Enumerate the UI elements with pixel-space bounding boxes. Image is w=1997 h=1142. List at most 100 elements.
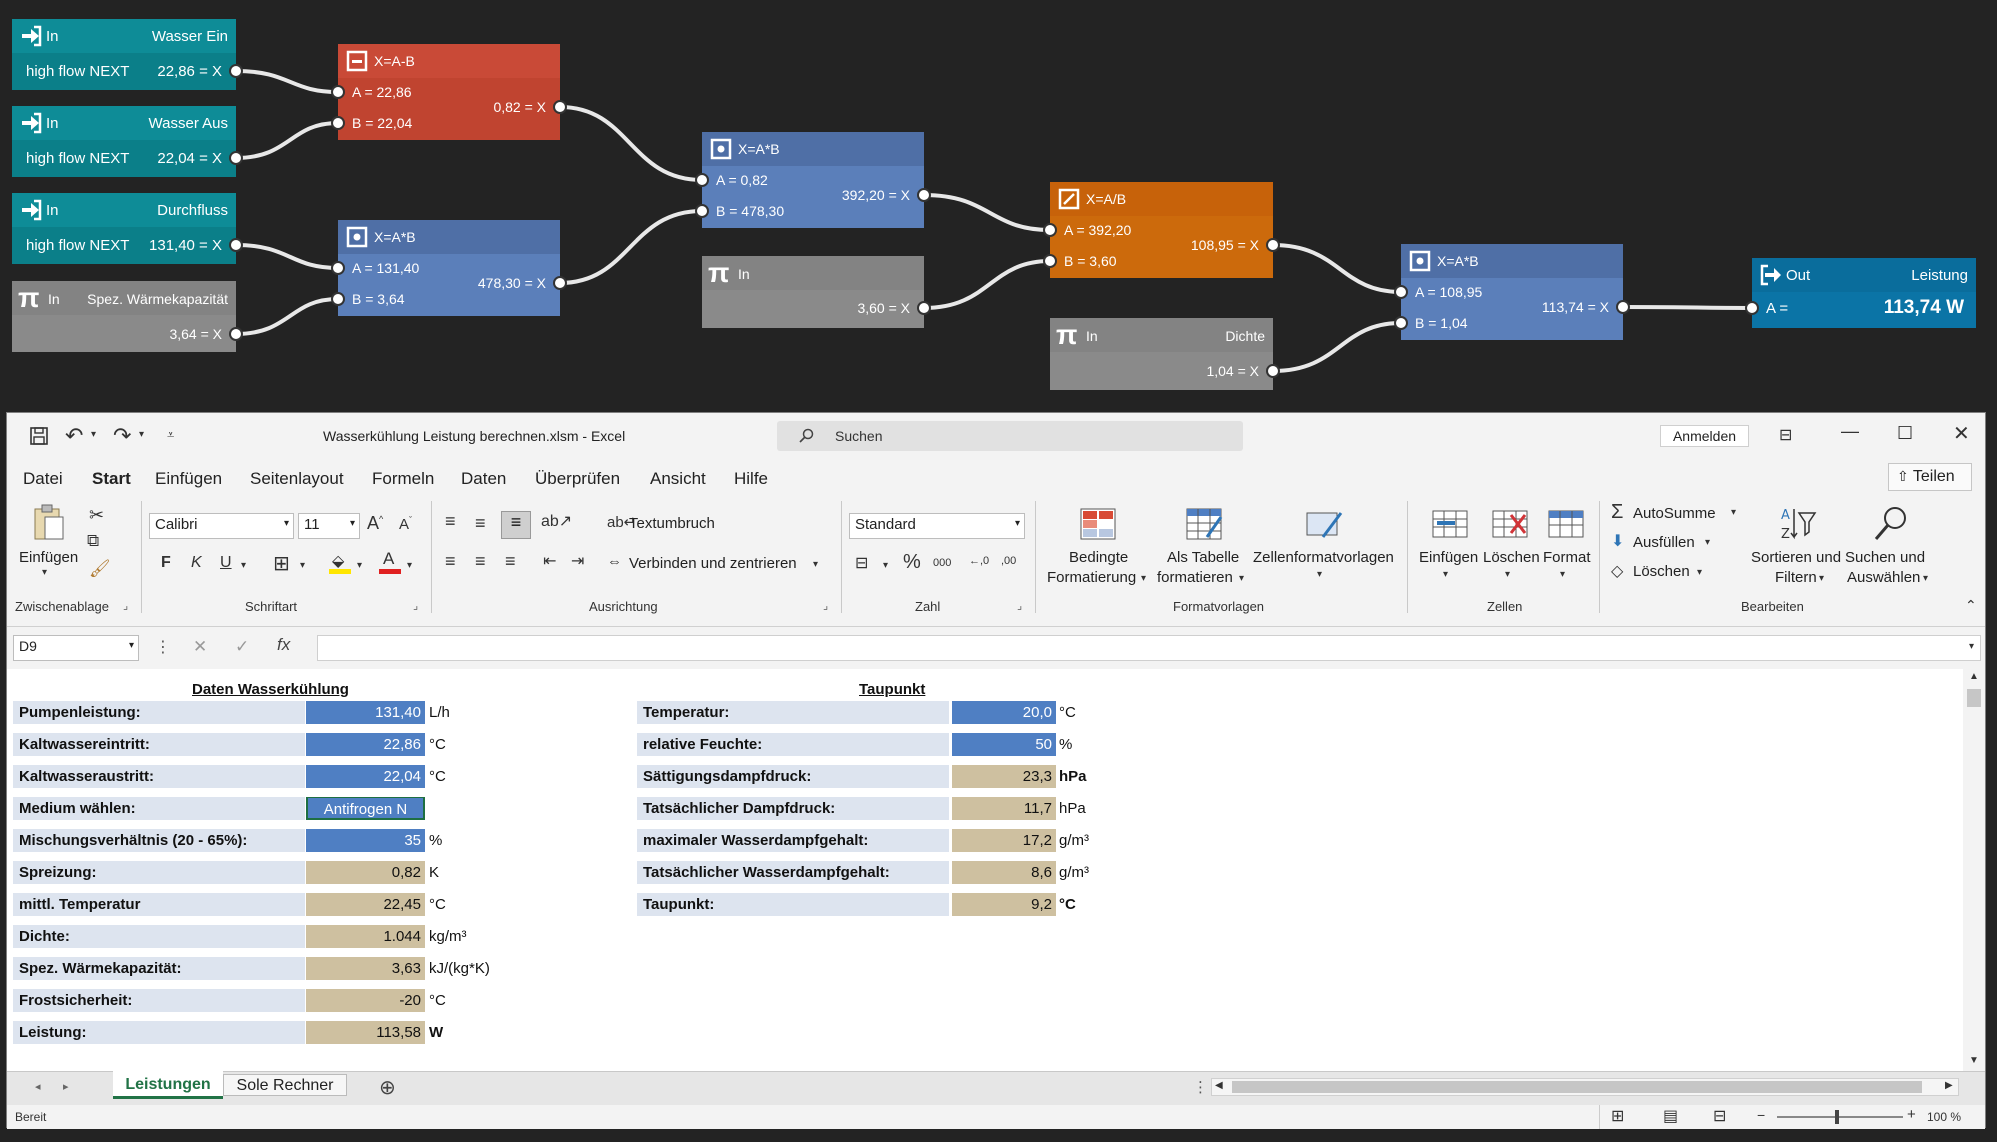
chevron-down-icon[interactable]: ▾ (357, 560, 362, 571)
output-port[interactable] (229, 64, 243, 78)
clear-button[interactable]: Löschen (1633, 563, 1690, 580)
input-port-b[interactable] (331, 116, 345, 130)
orientation-icon[interactable]: ab↗ (541, 511, 572, 531)
worksheet[interactable]: Daten Wasserkühlung Taupunkt Pumpenleist… (7, 669, 1963, 1071)
add-sheet-icon[interactable]: ⊕ (379, 1075, 396, 1100)
italic-icon[interactable]: K (191, 554, 202, 572)
shrink-font-icon[interactable]: Aˇ (399, 515, 412, 533)
eraser-icon[interactable]: ◇ (1611, 561, 1623, 581)
page-break-view-icon[interactable]: ⊟ (1713, 1106, 1726, 1126)
node-editor-canvas[interactable]: In Wasser Ein high flow NEXT 22,86 = X I… (0, 0, 1997, 405)
font-size-dropdown[interactable]: 11 ▾ (298, 513, 360, 539)
cancel-entry-icon[interactable]: ✕ (193, 637, 207, 657)
output-port[interactable] (917, 301, 931, 315)
borders-icon[interactable]: ⊞ (273, 551, 290, 576)
chevron-down-icon[interactable]: ▾ (1705, 537, 1710, 548)
chevron-down-icon[interactable]: ▾ (1317, 569, 1322, 580)
delete-cells-label[interactable]: Löschen (1483, 549, 1540, 566)
share-button[interactable]: ⇧ Teilen (1888, 463, 1972, 491)
output-port[interactable] (553, 276, 567, 290)
chevron-down-icon[interactable]: ▾ (1239, 573, 1244, 584)
zoom-slider-thumb[interactable] (1835, 1110, 1839, 1124)
left_table-select-cell[interactable]: Antifrogen N (306, 797, 425, 820)
find-select-icon[interactable] (1873, 505, 1909, 543)
paste-label[interactable]: Einfügen (19, 549, 78, 566)
output-port[interactable] (1266, 238, 1280, 252)
input-node-wasser-ein[interactable]: In Wasser Ein high flow NEXT 22,86 = X (12, 19, 243, 90)
dialog-launcher-icon[interactable]: ⌟ (123, 599, 128, 612)
format-as-table-icon[interactable] (1185, 507, 1223, 541)
page-layout-view-icon[interactable]: ▤ (1663, 1106, 1678, 1126)
constant-node-dichte[interactable]: π In Dichte 1,04 = X (1050, 318, 1280, 390)
align-bottom-icon[interactable]: ≡ (501, 511, 531, 539)
output-port[interactable] (229, 151, 243, 165)
redo-icon[interactable]: ↷ (113, 423, 131, 449)
delete-cells-icon[interactable] (1491, 507, 1529, 541)
input-node-wasser-aus[interactable]: In Wasser Aus high flow NEXT 22,04 = X (12, 106, 243, 177)
tab-start[interactable]: Start (92, 469, 131, 489)
bold-icon[interactable]: F (161, 554, 171, 572)
dialog-launcher-icon[interactable]: ⌟ (823, 599, 828, 612)
conditional-formatting-icon[interactable] (1079, 507, 1117, 541)
chevron-down-icon[interactable]: ▾ (1731, 507, 1736, 518)
decrease-decimal-icon[interactable]: ,00 (1001, 555, 1016, 567)
fill-button[interactable]: Ausfüllen (1633, 534, 1695, 551)
chevron-down-icon[interactable]: ▾ (1505, 569, 1510, 580)
chevron-down-icon[interactable]: ▾ (883, 560, 888, 571)
format-painter-icon[interactable]: 🖌 (89, 559, 111, 579)
scroll-thumb[interactable] (1232, 1081, 1922, 1093)
tab-einfuegen[interactable]: Einfügen (155, 469, 222, 489)
fill-color-icon[interactable]: ⬙ (329, 551, 351, 575)
paste-icon[interactable] (31, 503, 67, 543)
input-port-a[interactable] (331, 85, 345, 99)
conditional-formatting-label2[interactable]: Formatierung (1047, 569, 1136, 586)
minimize-icon[interactable]: — (1841, 421, 1859, 442)
input-port-b[interactable] (1394, 316, 1408, 330)
tab-hilfe[interactable]: Hilfe (734, 469, 768, 489)
fill-down-icon[interactable]: ⬇ (1611, 531, 1624, 551)
scroll-down-icon[interactable]: ▼ (1969, 1055, 1979, 1066)
constant-node-3-60[interactable]: π In 3,60 = X (702, 256, 931, 328)
left_table-input-cell[interactable]: 35 (306, 829, 425, 852)
sort-filter-label2[interactable]: Filtern (1775, 569, 1817, 586)
sort-filter-icon[interactable]: AZ (1779, 505, 1817, 543)
vertical-scrollbar[interactable]: ▲ ▼ (1963, 669, 1985, 1071)
input-port-a[interactable] (1394, 285, 1408, 299)
tab-daten[interactable]: Daten (461, 469, 506, 489)
maximize-icon[interactable]: ☐ (1897, 423, 1913, 444)
output-port[interactable] (1616, 300, 1630, 314)
left_table-input-cell[interactable]: 131,40 (306, 701, 425, 724)
underline-icon[interactable]: U (220, 554, 232, 572)
merge-center-icon[interactable]: ⇔ (607, 553, 622, 570)
format-cells-label[interactable]: Format (1543, 549, 1591, 566)
input-port-a[interactable] (1043, 223, 1057, 237)
chevron-down-icon[interactable]: ▾ (1969, 641, 1974, 652)
align-top-icon[interactable]: ≡ (445, 511, 456, 532)
output-port[interactable] (229, 238, 243, 252)
chevron-down-icon[interactable]: ▾ (1443, 569, 1448, 580)
left_table-input-cell[interactable]: 22,86 (306, 733, 425, 756)
constant-node-waermekapazitaet[interactable]: π In Spez. Wärmekapazität 3,64 = X (12, 281, 243, 352)
output-node-leistung[interactable]: Out Leistung A = 113,74 W (1745, 258, 1976, 328)
number-format-dropdown[interactable]: Standard ▾ (849, 513, 1025, 539)
divide-node[interactable]: X=A/B A = 392,20 B = 3,60 108,95 = X (1043, 182, 1280, 278)
sheet-tab-sole-rechner[interactable]: Sole Rechner (223, 1074, 347, 1096)
confirm-entry-icon[interactable]: ✓ (235, 637, 249, 657)
zoom-out-icon[interactable]: − (1757, 1107, 1765, 1123)
format-as-table-label1[interactable]: Als Tabelle (1167, 549, 1239, 566)
align-middle-icon[interactable]: ≡ (475, 513, 486, 534)
input-port-b[interactable] (1043, 254, 1057, 268)
dialog-launcher-icon[interactable]: ⌟ (413, 599, 418, 612)
input-port-a[interactable] (695, 173, 709, 187)
merge-center-button[interactable]: Verbinden und zentrieren (629, 555, 797, 572)
scroll-tabs-left-icon[interactable]: ◂ (35, 1080, 41, 1093)
conditional-formatting-label1[interactable]: Bedingte (1069, 549, 1128, 566)
multiply-node-2[interactable]: X=A*B A = 0,82 B = 478,30 392,20 = X (695, 132, 931, 228)
wrap-text-button[interactable]: Textumbruch (629, 515, 715, 532)
tab-formeln[interactable]: Formeln (372, 469, 434, 489)
chevron-down-icon[interactable]: ▾ (1141, 573, 1146, 584)
zoom-level[interactable]: 100 % (1927, 1110, 1961, 1124)
copy-icon[interactable]: ⧉ (87, 531, 99, 551)
formula-input[interactable] (317, 635, 1981, 661)
chevron-down-icon[interactable]: ▾ (300, 560, 305, 571)
